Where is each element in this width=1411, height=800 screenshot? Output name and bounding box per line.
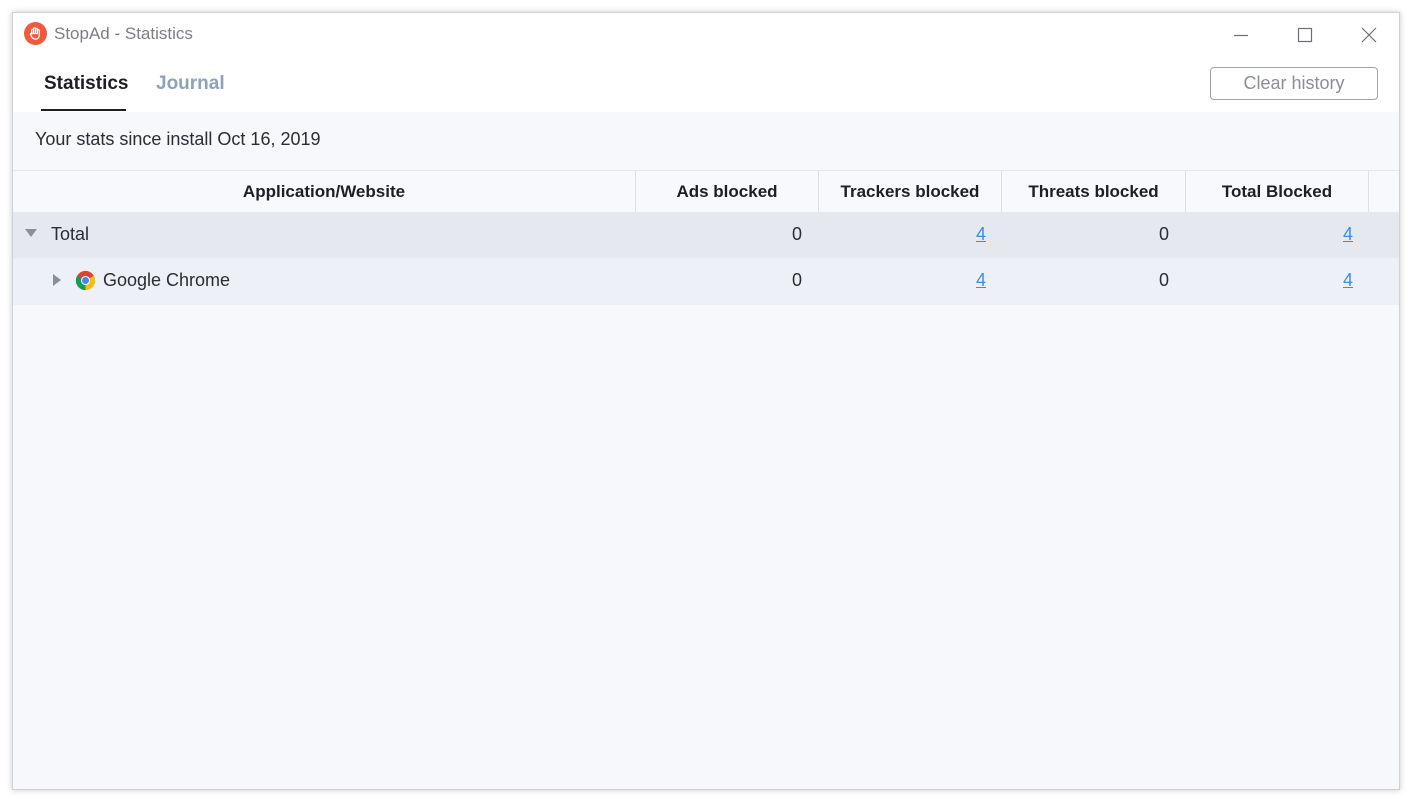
title-bar: StopAd - Statistics bbox=[13, 13, 1399, 57]
expand-caret-icon[interactable] bbox=[53, 274, 61, 286]
maximize-button[interactable] bbox=[1283, 21, 1327, 49]
window-title: StopAd - Statistics bbox=[54, 24, 193, 43]
active-tab-indicator bbox=[41, 109, 126, 111]
column-header-application[interactable]: Application/Website bbox=[13, 171, 636, 213]
maximize-icon bbox=[1297, 27, 1313, 43]
close-button[interactable] bbox=[1347, 21, 1391, 49]
column-header-threats-blocked[interactable]: Threats blocked bbox=[1002, 171, 1186, 213]
column-header-ads-blocked[interactable]: Ads blocked bbox=[636, 171, 819, 213]
tab-statistics[interactable]: Statistics bbox=[44, 71, 128, 111]
table-row-total[interactable]: Total 0 4 0 4 bbox=[13, 212, 1399, 258]
cell-ads-blocked: 0 bbox=[791, 224, 802, 244]
minimize-button[interactable] bbox=[1219, 21, 1263, 49]
cell-ads-blocked: 0 bbox=[791, 270, 802, 290]
column-header-spacer bbox=[1369, 171, 1400, 213]
minimize-icon bbox=[1234, 34, 1248, 37]
hand-icon bbox=[29, 27, 40, 40]
collapse-caret-icon[interactable] bbox=[25, 229, 37, 237]
cell-total-blocked-link[interactable]: 4 bbox=[1293, 270, 1353, 291]
row-label: Total bbox=[51, 224, 90, 244]
stats-since-text: Your stats since install Oct 16, 2019 bbox=[35, 129, 321, 149]
row-label: Google Chrome bbox=[103, 270, 231, 290]
table-header: Application/Website Ads blocked Trackers… bbox=[13, 170, 1400, 213]
close-icon bbox=[1361, 27, 1377, 43]
chrome-icon bbox=[75, 270, 96, 291]
clear-history-button[interactable]: Clear history bbox=[1210, 67, 1378, 100]
cell-trackers-blocked-link[interactable]: 4 bbox=[926, 224, 986, 245]
tab-bar: Statistics Journal Clear history bbox=[13, 57, 1399, 112]
cell-trackers-blocked-link[interactable]: 4 bbox=[926, 270, 986, 291]
cell-threats-blocked: 0 bbox=[1158, 224, 1169, 244]
table-row-google-chrome[interactable]: Google Chrome 0 4 0 4 bbox=[13, 258, 1399, 305]
column-header-trackers-blocked[interactable]: Trackers blocked bbox=[819, 171, 1002, 213]
stopad-logo-icon bbox=[24, 22, 47, 45]
app-window: StopAd - Statistics Statistics Journal C… bbox=[12, 12, 1400, 790]
column-header-total-blocked[interactable]: Total Blocked bbox=[1186, 171, 1369, 213]
cell-total-blocked-link[interactable]: 4 bbox=[1293, 224, 1353, 245]
cell-threats-blocked: 0 bbox=[1158, 270, 1169, 290]
tab-journal[interactable]: Journal bbox=[156, 71, 225, 111]
